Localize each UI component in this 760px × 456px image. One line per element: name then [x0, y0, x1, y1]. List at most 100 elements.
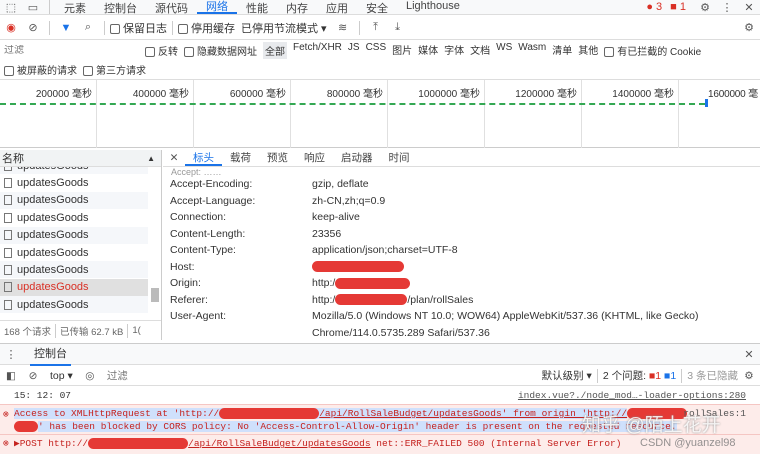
tab-0[interactable]: 元素: [55, 0, 95, 15]
detail-tab-1[interactable]: 载荷: [222, 150, 259, 166]
header-row: User-Agent: Mozilla/5.0 (Windows NT 10.0;…: [170, 308, 755, 324]
request-row[interactable]: updatesGoods: [0, 244, 148, 261]
search-icon[interactable]: ⌕: [80, 21, 96, 34]
timeline-gridline: [581, 80, 582, 148]
document-icon: [4, 247, 12, 258]
request-row[interactable]: updatesGoods: [0, 278, 148, 296]
inspect-icon[interactable]: ⬚: [3, 1, 19, 14]
timeline-tick-label: 1000000 毫秒: [418, 89, 480, 100]
tab-6[interactable]: 应用: [317, 0, 357, 15]
hide-data-urls-checkbox[interactable]: 隐藏数据网址: [184, 43, 257, 58]
throttle-select[interactable]: 已停用节流模式 ▾: [241, 20, 327, 36]
type-filter-10[interactable]: 清单: [552, 42, 572, 59]
device-toolbar-icon[interactable]: ▭: [25, 1, 41, 14]
header-row: Connection: keep-alive: [170, 209, 755, 225]
close-drawer-icon[interactable]: ✕: [741, 348, 757, 361]
detail-tab-0[interactable]: 标头: [185, 150, 222, 166]
timeline-gridline: [484, 80, 485, 148]
type-filter-2[interactable]: JS: [348, 42, 360, 59]
type-filter-5[interactable]: 媒体: [418, 42, 438, 59]
import-har-icon[interactable]: ⤒: [368, 21, 384, 34]
header-key: Content-Type:: [170, 244, 236, 256]
tab-1[interactable]: 控制台: [95, 0, 146, 15]
tab-4[interactable]: 性能: [237, 0, 277, 15]
console-filter-input[interactable]: [106, 369, 407, 382]
export-har-icon[interactable]: ⤓: [390, 21, 406, 34]
drawer-menu-icon[interactable]: ⋮: [3, 348, 19, 361]
tab-7[interactable]: 安全: [357, 0, 397, 15]
tab-2[interactable]: 源代码: [146, 0, 197, 15]
tab-console-drawer[interactable]: 控制台: [30, 342, 71, 366]
live-expression-icon[interactable]: ◎: [82, 370, 98, 382]
type-filter-0[interactable]: 全部: [263, 41, 287, 59]
request-row[interactable]: updatesGoods: [0, 226, 148, 244]
request-name: updatesGoods: [17, 229, 89, 242]
header-value: gzip, deflate: [312, 178, 369, 190]
context-select[interactable]: top ▾: [50, 370, 73, 382]
filter-input[interactable]: [4, 44, 139, 56]
clear-console-icon[interactable]: ⊘: [25, 370, 41, 382]
header-key: Referer:: [170, 293, 208, 306]
timeline-marker: [705, 99, 708, 107]
third-party-checkbox[interactable]: 第三方请求: [83, 62, 146, 77]
timeline-gridline: [193, 80, 194, 148]
type-filter-4[interactable]: 图片: [392, 42, 412, 59]
close-icon[interactable]: ✕: [741, 1, 757, 14]
tab-5[interactable]: 内存: [277, 0, 317, 15]
log-level-select[interactable]: 默认级别 ▾: [542, 368, 592, 383]
record-icon[interactable]: ◉: [3, 21, 19, 34]
type-filter-11[interactable]: 其他: [578, 42, 598, 59]
console-settings-icon[interactable]: ⚙: [741, 370, 757, 382]
detail-tab-4[interactable]: 启动器: [333, 150, 381, 166]
document-icon: [4, 177, 12, 188]
header-row: Referer: http://plan/rollSales: [170, 292, 755, 308]
error-badge[interactable]: ● 3: [646, 1, 662, 13]
close-detail-icon[interactable]: ✕: [166, 152, 182, 164]
network-settings-icon[interactable]: ⚙: [741, 21, 757, 34]
header-row: Accept-Encoding: gzip, deflate: [170, 176, 755, 192]
type-filter-9[interactable]: Wasm: [518, 42, 546, 59]
sidebar-toggle-icon[interactable]: ◧: [3, 370, 19, 382]
header-key: Content-Length:: [170, 227, 246, 240]
header-key: Accept-Language:: [170, 194, 256, 207]
timeline-tick-label: 600000 毫秒: [229, 89, 286, 100]
blocked-cookies-checkbox[interactable]: 有已拦截的 Cookie: [604, 43, 701, 58]
detail-tab-3[interactable]: 响应: [296, 150, 333, 166]
request-row[interactable]: updatesGoods: [0, 174, 148, 192]
tab-3[interactable]: 网络: [197, 0, 237, 14]
request-row[interactable]: updatesGoods: [0, 167, 148, 174]
preserve-log-checkbox[interactable]: 保留日志: [110, 20, 167, 36]
type-filter-3[interactable]: CSS: [366, 42, 387, 59]
clear-icon[interactable]: ⊘: [25, 21, 41, 34]
type-filter-1[interactable]: Fetch/XHR: [293, 42, 342, 59]
list-scrollbar[interactable]: [151, 288, 159, 302]
type-filter-8[interactable]: WS: [496, 42, 512, 59]
settings-icon[interactable]: ⚙: [697, 1, 713, 14]
detail-tab-2[interactable]: 预览: [259, 150, 296, 166]
network-conditions-icon[interactable]: ≋: [335, 21, 351, 34]
document-icon: [4, 212, 12, 223]
request-row[interactable]: updatesGoods: [0, 261, 148, 279]
more-icon[interactable]: ⋮: [719, 1, 735, 14]
tab-8[interactable]: Lighthouse: [397, 0, 469, 14]
header-row: Host:: [170, 259, 755, 275]
resources-size: 1(: [132, 325, 141, 336]
invert-checkbox[interactable]: 反转: [145, 43, 178, 58]
header-row: Accept-Language: zh-CN,zh;q=0.9: [170, 193, 755, 209]
request-row[interactable]: updatesGoods: [0, 209, 148, 227]
filter-icon[interactable]: ▼: [58, 22, 74, 34]
type-filter-6[interactable]: 字体: [444, 42, 464, 59]
request-row[interactable]: updatesGoods: [0, 191, 148, 209]
timeline-overview[interactable]: 200000 毫秒 400000 毫秒 600000 毫秒 800000 毫秒 1000…: [0, 80, 760, 148]
watermark-csdn: CSDN @yuanzel98: [640, 437, 736, 449]
type-filter-7[interactable]: 文档: [470, 42, 490, 59]
blocked-requests-checkbox[interactable]: 被屏蔽的请求: [4, 62, 77, 77]
issues-badge[interactable]: ■ 1: [670, 1, 686, 13]
detail-tab-5[interactable]: 时间: [381, 150, 418, 166]
request-row[interactable]: updatesGoods: [0, 296, 148, 314]
source-link[interactable]: index.vue?./node_mod…-loader-options:280: [518, 390, 746, 401]
issues-button[interactable]: 2 个问题: ■1 ■1: [603, 368, 676, 383]
name-column-header[interactable]: 名称 ▲: [0, 150, 161, 167]
disable-cache-checkbox[interactable]: 停用缓存: [178, 20, 235, 36]
timeline-tick-label: 1400000 毫秒: [612, 89, 674, 100]
